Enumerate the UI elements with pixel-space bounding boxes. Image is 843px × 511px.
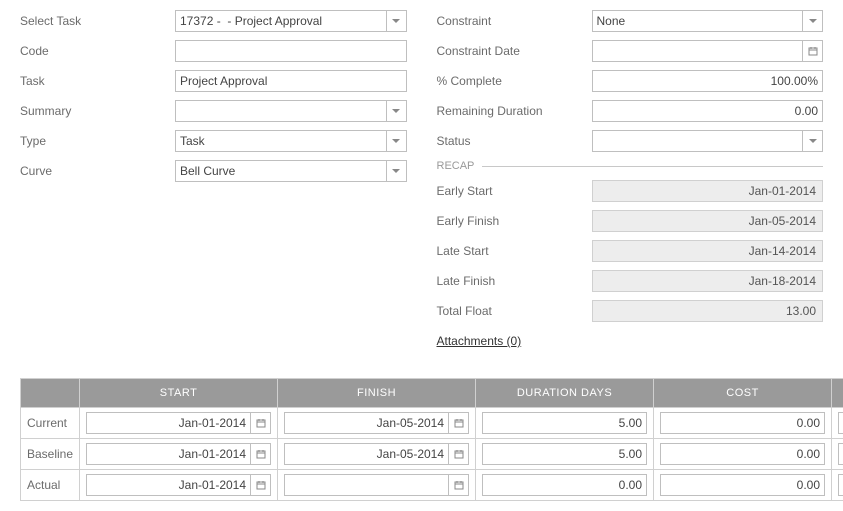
code-label: Code (20, 44, 175, 58)
calendar-icon (808, 46, 818, 56)
table-row: Current (21, 408, 843, 439)
grid-header-duration: DURATION DAYS (476, 379, 654, 408)
constraint-date-input[interactable] (592, 40, 804, 62)
constraint-date-label: Constraint Date (437, 44, 592, 58)
curve-label: Curve (20, 164, 175, 178)
cost-input[interactable] (660, 443, 825, 465)
pct-complete-input[interactable] (592, 70, 824, 92)
table-row: Actual (21, 470, 843, 501)
select-task-input[interactable] (175, 10, 387, 32)
chevron-down-icon (391, 16, 401, 26)
pct-complete-label: % Complete (437, 74, 592, 88)
grid-header-finish: FINISH (278, 379, 476, 408)
select-task-dropdown[interactable] (387, 10, 407, 32)
status-input[interactable] (592, 130, 804, 152)
summary-dropdown[interactable] (387, 100, 407, 122)
constraint-dropdown[interactable] (803, 10, 823, 32)
constraint-label: Constraint (437, 14, 592, 28)
finish-input[interactable] (284, 443, 449, 465)
type-input[interactable] (175, 130, 387, 152)
select-task-label: Select Task (20, 14, 175, 28)
divider-line (482, 166, 823, 167)
calendar-icon (454, 480, 464, 490)
finish-calendar-button[interactable] (449, 474, 469, 496)
finish-calendar-button[interactable] (449, 412, 469, 434)
curve-input[interactable] (175, 160, 387, 182)
task-input[interactable] (175, 70, 407, 92)
late-start-value: Jan-14-2014 (592, 240, 824, 262)
status-dropdown[interactable] (803, 130, 823, 152)
remaining-duration-label: Remaining Duration (437, 104, 592, 118)
start-calendar-button[interactable] (251, 443, 271, 465)
row-label: Current (21, 408, 80, 439)
remaining-duration-input[interactable] (592, 100, 824, 122)
finish-calendar-button[interactable] (449, 443, 469, 465)
constraint-input[interactable] (592, 10, 804, 32)
grid-header-blank (21, 379, 80, 408)
curve-dropdown[interactable] (387, 160, 407, 182)
schedule-grid: START FINISH DURATION DAYS COST REVENUE … (20, 378, 843, 501)
chevron-down-icon (391, 166, 401, 176)
chevron-down-icon (808, 136, 818, 146)
total-float-label: Total Float (437, 304, 592, 318)
calendar-icon (256, 418, 266, 428)
late-finish-label: Late Finish (437, 274, 592, 288)
finish-input[interactable] (284, 474, 449, 496)
cost-input[interactable] (660, 474, 825, 496)
duration-input[interactable] (482, 412, 647, 434)
row-label: Actual (21, 470, 80, 501)
type-dropdown[interactable] (387, 130, 407, 152)
summary-label: Summary (20, 104, 175, 118)
recap-section-divider: RECAP (437, 160, 824, 172)
duration-input[interactable] (482, 443, 647, 465)
constraint-date-calendar-button[interactable] (803, 40, 823, 62)
start-calendar-button[interactable] (251, 474, 271, 496)
calendar-icon (256, 480, 266, 490)
early-start-label: Early Start (437, 184, 592, 198)
early-finish-label: Early Finish (437, 214, 592, 228)
calendar-icon (454, 418, 464, 428)
grid-header-revenue: REVENUE (832, 379, 843, 408)
calendar-icon (454, 449, 464, 459)
start-input[interactable] (86, 443, 251, 465)
chevron-down-icon (808, 16, 818, 26)
early-start-value: Jan-01-2014 (592, 180, 824, 202)
status-label: Status (437, 134, 592, 148)
calendar-icon (256, 449, 266, 459)
code-input[interactable] (175, 40, 407, 62)
recap-label: RECAP (437, 160, 475, 172)
late-finish-value: Jan-18-2014 (592, 270, 824, 292)
grid-header-cost: COST (654, 379, 832, 408)
early-finish-value: Jan-05-2014 (592, 210, 824, 232)
table-row: Baseline (21, 439, 843, 470)
total-float-value: 13.00 (592, 300, 824, 322)
task-label: Task (20, 74, 175, 88)
start-calendar-button[interactable] (251, 412, 271, 434)
chevron-down-icon (391, 136, 401, 146)
late-start-label: Late Start (437, 244, 592, 258)
start-input[interactable] (86, 474, 251, 496)
revenue-input[interactable] (838, 412, 843, 434)
duration-input[interactable] (482, 474, 647, 496)
summary-input[interactable] (175, 100, 387, 122)
grid-header-start: START (80, 379, 278, 408)
row-label: Baseline (21, 439, 80, 470)
finish-input[interactable] (284, 412, 449, 434)
revenue-input[interactable] (838, 443, 843, 465)
start-input[interactable] (86, 412, 251, 434)
cost-input[interactable] (660, 412, 825, 434)
revenue-input[interactable] (838, 474, 843, 496)
attachments-link[interactable]: Attachments (0) (437, 334, 522, 348)
type-label: Type (20, 134, 175, 148)
chevron-down-icon (391, 106, 401, 116)
